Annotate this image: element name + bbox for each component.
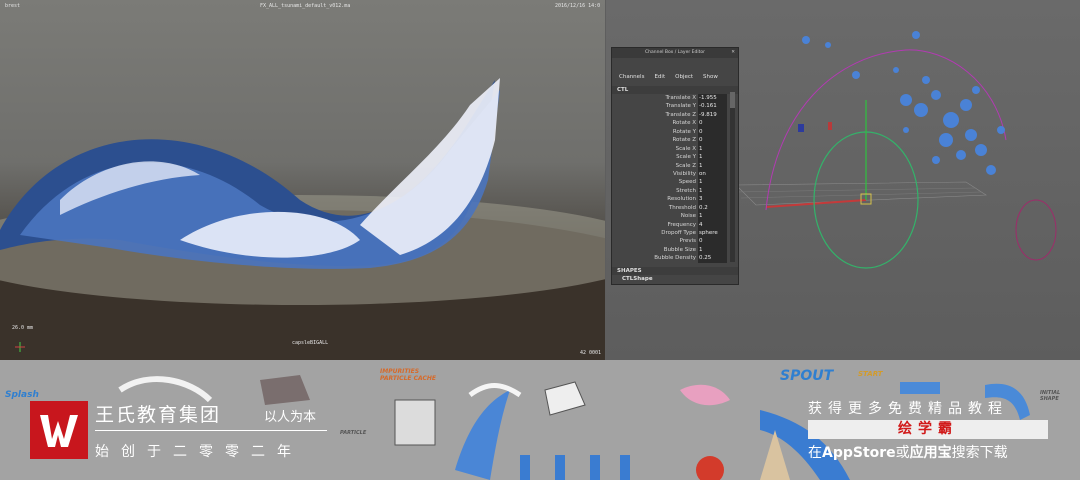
date-stamp: 2016/12/16 14:0 [555,3,601,9]
attribute-name: Scale Z [675,162,696,169]
close-icon[interactable]: ✕ [731,48,735,58]
scene-file-name: FX_ALL_tsunami_default_v012.ma [260,3,351,9]
attribute-name: Stretch [676,187,696,194]
frame-counter: 42 0001 [580,350,602,356]
brand-logo [30,401,88,459]
attribute-row[interactable]: Stretch 1 [612,186,738,196]
attribute-row[interactable]: Translate Z -9.819 [612,110,738,120]
attribute-name: Bubble Density [654,255,696,262]
attribute-value-field[interactable]: 4 [698,220,727,229]
menu-edit[interactable]: Edit [654,72,665,82]
attribute-name: Translate Y [665,103,696,110]
attribute-value-field[interactable]: 0 [698,237,727,246]
attribute-row[interactable]: Visibility on [612,169,738,179]
attribute-name: Dropoff Type [661,230,696,236]
attribute-name: Previs [679,238,696,245]
sketch-label-spout: SPOUT [780,368,834,384]
brand-name: 王氏教育集团 [95,404,222,426]
attribute-row[interactable]: Translate X -1.955 [612,94,738,103]
attribute-name: Rotate Z [672,137,696,144]
attribute-name: Translate X [665,95,697,101]
channel-box-title: Channel Box / Layer Editor [645,50,705,55]
brand-slogan: 以人为本 [264,410,317,425]
brand-founding-line: 始创于二零零二年 [95,444,303,460]
channel-box-panel[interactable]: Channel Box / Layer Editor ✕ Channels Ed… [611,47,739,285]
attribute-row[interactable]: Resolution 3 [612,195,738,204]
attribute-row[interactable]: Rotate X0 [612,119,738,128]
sketch-label-start: START [858,370,883,378]
attribute-name: Rotate X [672,120,696,127]
attribute-row[interactable]: Previs 0 [612,237,738,246]
attribute-row[interactable]: Rotate Z0 [612,136,738,145]
attribute-value-field[interactable]: 1 [698,212,727,221]
attribute-row[interactable]: Bubble Density 0.25 [612,254,738,263]
attribute-name: Noise [680,213,696,220]
brand-divider [95,430,327,431]
perspective-viewport[interactable]: brest FX_ALL_tsunami_default_v012.ma 201… [0,0,605,360]
attribute-name: Translate Z [665,111,697,118]
attribute-value-field[interactable]: 1 [698,186,727,196]
attribute-value-field[interactable]: 0 [698,119,727,128]
attribute-value-field[interactable]: 1 [698,144,727,154]
attribute-name: Resolution [667,196,696,203]
attribute-name: Rotate Y [672,128,696,135]
menu-channels[interactable]: Channels [619,72,644,82]
attribute-row[interactable]: Threshold 0.2 [612,203,738,213]
attribute-value-field[interactable]: 0.25 [698,254,727,263]
w-logo-icon [40,415,78,447]
attribute-name: Threshold [668,204,696,211]
focal-length: 26.0 mm [12,325,34,331]
channel-box-scrollbar[interactable] [730,92,735,262]
attribute-value-field[interactable]: -0.161 [698,102,727,111]
attribute-value-field[interactable]: sphere [698,229,727,238]
attribute-value-field[interactable]: 0 [698,136,727,145]
attribute-value-field[interactable]: on [698,169,727,179]
sketch-label-initial-shape: INITIAL SHAPE [1040,390,1061,402]
menu-object[interactable]: Object [675,72,693,82]
attribute-name: Bubble Size [663,246,696,253]
promo-headline: 获得更多免费精品教程 [808,401,1008,417]
attribute-name: Scale X [675,145,696,152]
attribute-row[interactable]: Scale X1 [612,144,738,154]
promo-download-line: 在AppStore或应用宝搜索下载 [808,445,1008,461]
attribute-name: Speed [678,179,696,186]
attribute-value-field[interactable]: 0 [698,127,727,137]
attribute-value-field[interactable]: -9.819 [698,110,727,120]
attribute-row[interactable]: Scale Y1 [612,153,738,162]
ctl-section-header[interactable]: CTL [612,86,738,94]
shapes-section-header[interactable]: SHAPES [612,266,738,275]
attribute-list: Translate X -1.955 Translate Y -0.161 Transl… [612,94,738,263]
attribute-row[interactable]: Scale Z1 [612,161,738,170]
attribute-row[interactable]: Speed 1 [612,178,738,187]
shape-node-name[interactable]: CTLShape [612,275,738,283]
attribute-row[interactable]: Frequency 4 [612,220,738,229]
channel-box-menu: Channels Edit Object Show [612,58,738,82]
menu-show[interactable]: Show [703,72,718,82]
sketch-label-impurities: IMPURITIES PARTICLE CACHE [380,368,436,382]
attribute-value-field[interactable]: 1 [698,245,727,255]
attribute-value-field[interactable]: 1 [698,153,727,162]
attribute-name: Frequency [667,221,696,228]
attribute-value-field[interactable]: -1.955 [698,94,727,103]
wave-render [0,78,605,360]
panel-label: brest [5,3,21,9]
attribute-value-field[interactable]: 1 [698,161,727,170]
promo-app-name: 绘学霸 [808,420,1048,439]
camera-name: capsleBIGALL [292,340,329,346]
attribute-value-field[interactable]: 3 [698,195,727,204]
channel-box-title-bar[interactable]: Channel Box / Layer Editor ✕ [612,48,738,58]
attribute-value-field[interactable]: 0.2 [698,203,727,213]
sketch-label-particle: PARTICLE [340,430,367,436]
attribute-row[interactable]: Bubble Size 1 [612,245,738,255]
attribute-name: Scale Y [676,154,696,161]
attribute-value-field[interactable]: 1 [698,178,727,187]
attribute-row[interactable]: Noise 1 [612,212,738,221]
attribute-row[interactable]: Dropoff Type sphere [612,229,738,238]
attribute-row[interactable]: Translate Y -0.161 [612,102,738,111]
attribute-name: Visibility [672,170,696,177]
sketch-label-splash: Splash [5,390,39,400]
attribute-row[interactable]: Rotate Y0 [612,127,738,137]
